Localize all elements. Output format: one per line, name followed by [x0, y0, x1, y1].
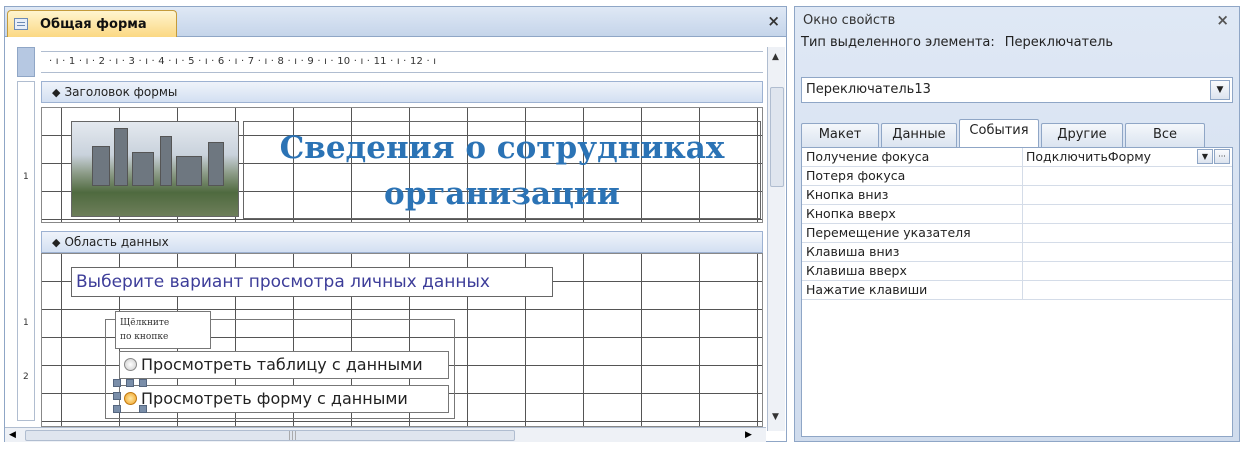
property-row[interactable]: Кнопка вверх: [802, 205, 1232, 224]
vruler-mark: 1: [23, 172, 29, 182]
property-name: Клавиша вверх: [806, 263, 907, 278]
form-design-window: Общая форма × · ı · 1 · ı · 2 · ı · 3 · …: [4, 6, 787, 442]
grip-icon: |||: [288, 431, 298, 441]
tab-other[interactable]: Другие: [1041, 123, 1123, 147]
title-line-2: организации: [384, 176, 620, 212]
form-title-label[interactable]: Сведения о сотрудниках организации: [243, 125, 761, 217]
form-header-section-bar[interactable]: ◆ Заголовок формы: [41, 81, 763, 103]
value-buttons: ▼ ···: [1197, 149, 1230, 164]
tab-general-form[interactable]: Общая форма: [7, 10, 177, 37]
property-value[interactable]: [1022, 243, 1232, 262]
property-tabs: Макет Данные События Другие Все: [801, 119, 1233, 147]
scroll-down-icon[interactable]: ▼: [772, 413, 782, 422]
group-label-line-2: по кнопке: [120, 332, 169, 342]
property-value[interactable]: [1022, 167, 1232, 186]
property-row[interactable]: Клавиша вверх: [802, 262, 1232, 281]
vruler-mark: 2: [23, 372, 29, 382]
section-data-label: Область данных: [64, 235, 169, 249]
property-name: Кнопка вверх: [806, 206, 896, 221]
property-name: Получение фокуса: [806, 149, 930, 164]
title-line-1: Сведения о сотрудниках: [279, 130, 725, 166]
prompt-label[interactable]: Выберите вариант просмотра личных данных: [71, 267, 553, 297]
property-name: Кнопка вниз: [806, 187, 889, 202]
section-marker-icon: ◆: [52, 86, 61, 99]
buildings-image[interactable]: [71, 121, 239, 217]
form-icon: [14, 18, 28, 30]
property-value[interactable]: [1022, 186, 1232, 205]
property-row[interactable]: Получение фокуса ПодключитьФорму ▼ ···: [802, 148, 1232, 167]
property-row[interactable]: Нажатие клавиши: [802, 281, 1232, 300]
property-row[interactable]: Перемещение указателя: [802, 224, 1232, 243]
radio-button[interactable]: [124, 358, 137, 371]
property-value-text: ПодключитьФорму: [1026, 149, 1152, 164]
vertical-scrollbar[interactable]: ▲ ▼: [767, 47, 785, 431]
close-icon[interactable]: ×: [767, 13, 780, 29]
property-row[interactable]: Кнопка вниз: [802, 186, 1232, 205]
property-row[interactable]: Клавиша вниз: [802, 243, 1232, 262]
scroll-up-icon[interactable]: ▲: [772, 53, 782, 62]
detail-section-bar[interactable]: ◆ Область данных: [41, 231, 763, 253]
option-view-form[interactable]: Просмотреть форму с данными: [119, 385, 449, 413]
tab-all[interactable]: Все: [1125, 123, 1205, 147]
selection-handles[interactable]: [113, 379, 147, 413]
option-label: Просмотреть таблицу с данными: [141, 355, 423, 374]
selection-type: Тип выделенного элемента: Переключатель: [801, 35, 1113, 50]
document-tab-bar: Общая форма ×: [5, 7, 786, 37]
tab-label: Общая форма: [40, 16, 147, 32]
tab-events[interactable]: События: [959, 119, 1039, 147]
chevron-down-icon[interactable]: ▼: [1210, 80, 1230, 100]
property-name: Клавиша вниз: [806, 244, 900, 259]
property-name: Потеря фокуса: [806, 168, 906, 183]
chevron-down-icon[interactable]: ▼: [1197, 149, 1213, 164]
property-sheet-title: Окно свойств: [803, 13, 896, 28]
tab-data[interactable]: Данные: [881, 123, 957, 147]
section-header-label: Заголовок формы: [64, 85, 178, 99]
vertical-scroll-thumb[interactable]: [770, 87, 784, 187]
property-value[interactable]: [1022, 262, 1232, 281]
section-marker-icon: ◆: [52, 236, 61, 249]
selection-type-value: Переключатель: [1004, 35, 1114, 50]
horizontal-scroll-thumb[interactable]: |||: [25, 430, 515, 441]
property-name: Перемещение указателя: [806, 225, 971, 240]
object-selector[interactable]: Переключатель13 ▼: [801, 77, 1233, 103]
scroll-left-icon[interactable]: ◀: [9, 430, 16, 440]
property-value[interactable]: [1022, 281, 1232, 300]
horizontal-scrollbar[interactable]: ◀ ||| ▶: [5, 427, 766, 442]
close-icon[interactable]: ×: [1216, 11, 1229, 29]
scroll-right-icon[interactable]: ▶: [745, 430, 752, 440]
group-label-line-1: Щёлкните: [120, 318, 170, 328]
property-grid: Получение фокуса ПодключитьФорму ▼ ··· П…: [801, 147, 1233, 437]
property-row[interactable]: Потеря фокуса: [802, 167, 1232, 186]
form-selector[interactable]: [17, 47, 35, 77]
builder-icon[interactable]: ···: [1214, 149, 1230, 164]
object-selector-value: Переключатель13: [806, 82, 931, 97]
option-group-label[interactable]: Щёлкните по кнопке: [115, 311, 211, 349]
tab-layout[interactable]: Макет: [801, 123, 879, 147]
selection-type-label: Тип выделенного элемента:: [801, 35, 995, 50]
property-value[interactable]: [1022, 205, 1232, 224]
horizontal-ruler[interactable]: · ı · 1 · ı · 2 · ı · 3 · ı · 4 · ı · 5 …: [41, 51, 763, 73]
property-name: Нажатие клавиши: [806, 282, 928, 297]
property-sheet: Окно свойств × Тип выделенного элемента:…: [794, 6, 1240, 442]
option-label: Просмотреть форму с данными: [141, 389, 408, 408]
property-value[interactable]: [1022, 224, 1232, 243]
vruler-mark: 1: [23, 318, 29, 328]
option-view-table[interactable]: Просмотреть таблицу с данными: [119, 351, 449, 379]
vertical-ruler[interactable]: 1 1 2: [17, 81, 35, 421]
